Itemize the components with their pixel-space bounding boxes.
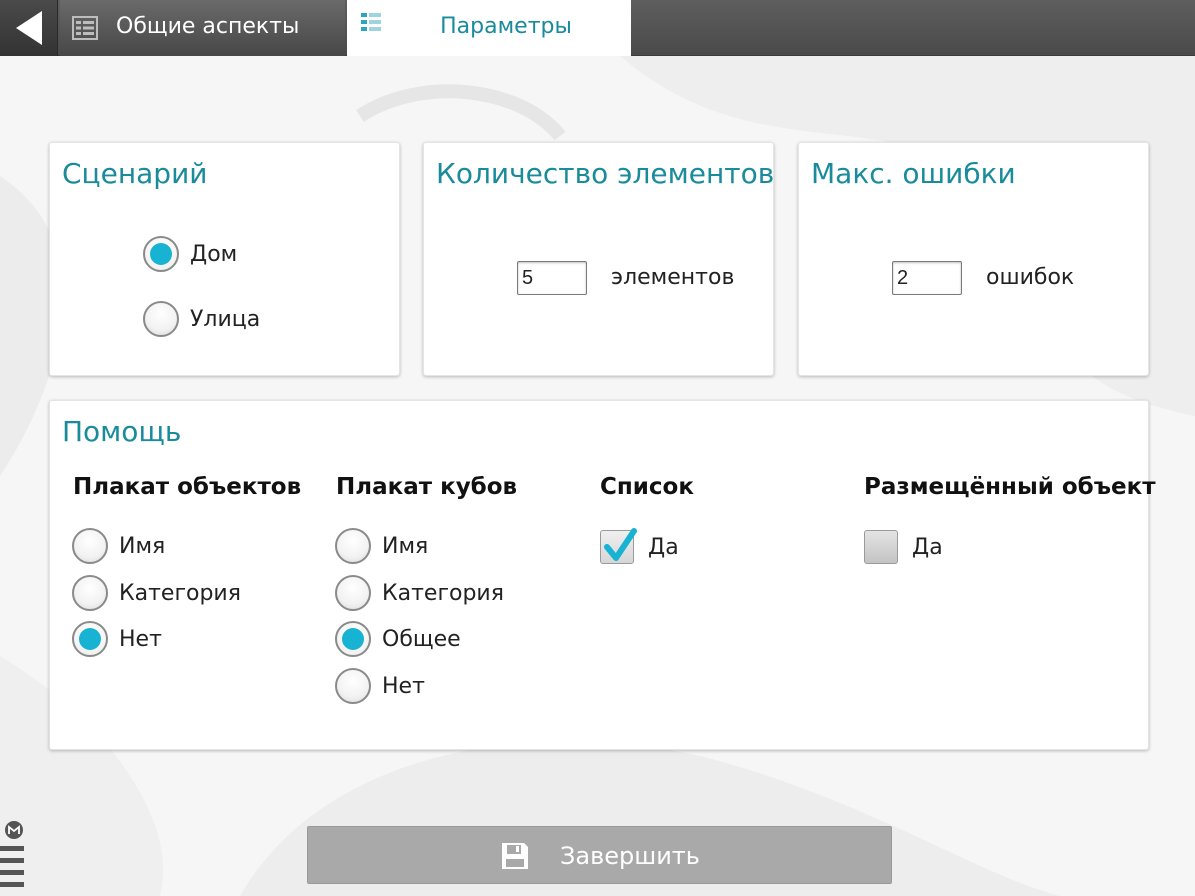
- option-label: Дом: [190, 241, 238, 267]
- radio-option-home[interactable]: Дом: [143, 236, 237, 272]
- placed-object-checkbox-option[interactable]: Да: [864, 530, 943, 564]
- panel-title: Количество элементов: [436, 157, 775, 190]
- option-label: Да: [648, 534, 679, 560]
- save-icon: [502, 843, 528, 869]
- checkmark-icon: [604, 528, 637, 561]
- radio-button[interactable]: [72, 575, 108, 611]
- top-bar: Общие аспекты Параметры: [0, 0, 1195, 56]
- radio-option-object-none[interactable]: Нет: [72, 621, 162, 657]
- radio-button[interactable]: [335, 575, 371, 611]
- option-label: Улица: [190, 306, 261, 332]
- tab-parameters-label: Параметры: [440, 14, 572, 39]
- list-checkbox-option[interactable]: Да: [600, 528, 679, 564]
- radio-button[interactable]: [335, 668, 371, 704]
- tab-general-label: Общие аспекты: [116, 14, 300, 39]
- radio-option-cube-general[interactable]: Общее: [335, 621, 461, 657]
- element-count-input[interactable]: [517, 261, 587, 295]
- object-poster-heading: Плакат объектов: [73, 474, 302, 500]
- option-label: Нет: [119, 626, 162, 652]
- placed-object-checkbox[interactable]: [864, 530, 898, 564]
- option-label: Да: [912, 534, 943, 560]
- option-label: Общее: [382, 626, 461, 652]
- panel-title: Макс. ошибки: [811, 157, 1016, 190]
- radio-option-cube-category[interactable]: Категория: [335, 575, 504, 611]
- cube-poster-heading: Плакат кубов: [336, 474, 518, 500]
- radio-button[interactable]: [72, 528, 108, 564]
- option-label: Нет: [382, 673, 425, 699]
- panel-title: Помощь: [62, 415, 182, 448]
- option-label: Категория: [119, 580, 241, 606]
- max-errors-unit: ошибок: [986, 265, 1075, 290]
- radio-option-street[interactable]: Улица: [143, 301, 260, 337]
- max-errors-panel: Макс. ошибки ошибок: [798, 142, 1149, 376]
- radio-option-object-name[interactable]: Имя: [72, 528, 165, 564]
- tab-parameters[interactable]: Параметры: [347, 0, 631, 56]
- list-icon: [72, 16, 98, 40]
- element-count-unit: элементов: [611, 265, 735, 290]
- back-button[interactable]: [0, 0, 58, 56]
- list-heading: Список: [600, 474, 694, 500]
- option-label: Имя: [382, 533, 429, 559]
- option-label: Имя: [119, 533, 166, 559]
- radio-option-cube-none[interactable]: Нет: [335, 668, 425, 704]
- option-label: Категория: [382, 580, 504, 606]
- side-menu-icon[interactable]: [0, 820, 30, 896]
- finish-button[interactable]: Завершить: [307, 826, 892, 884]
- panel-title: Сценарий: [62, 157, 208, 190]
- radio-button[interactable]: [72, 621, 108, 657]
- placed-object-heading: Размещённый объект: [864, 474, 1156, 500]
- radio-button[interactable]: [335, 528, 371, 564]
- radio-option-cube-name[interactable]: Имя: [335, 528, 428, 564]
- scenario-panel: Сценарий Дом Улица: [49, 142, 400, 376]
- element-count-panel: Количество элементов элементов: [423, 142, 774, 376]
- max-errors-input[interactable]: [892, 261, 962, 295]
- radio-button[interactable]: [143, 301, 179, 337]
- back-arrow-icon: [16, 11, 42, 45]
- radio-option-object-category[interactable]: Категория: [72, 575, 241, 611]
- finish-label: Завершить: [560, 842, 700, 870]
- radio-button[interactable]: [143, 236, 179, 272]
- radio-button[interactable]: [335, 621, 371, 657]
- list-checkbox[interactable]: [600, 528, 637, 564]
- tab-general-aspects[interactable]: Общие аспекты: [60, 0, 345, 56]
